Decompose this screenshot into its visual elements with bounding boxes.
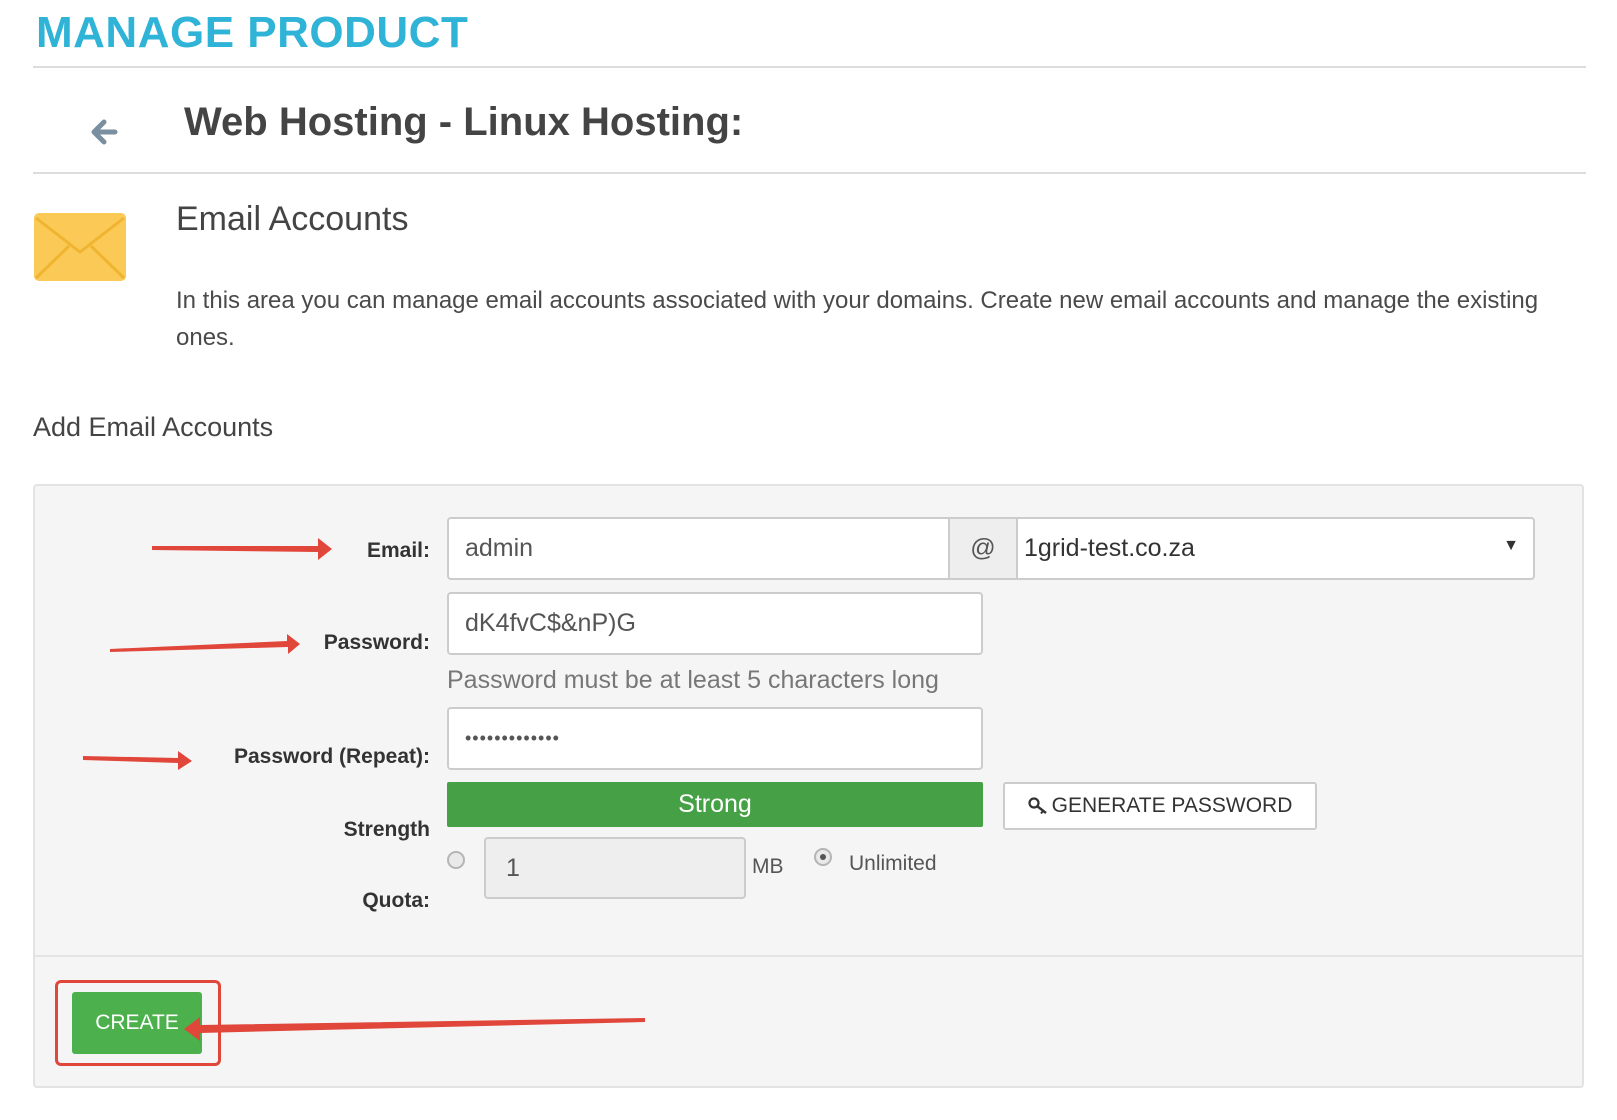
quota-limited-radio[interactable] (447, 851, 465, 869)
strength-value: Strong (678, 790, 752, 818)
section-title: Email Accounts (176, 200, 409, 238)
caret-down-icon: ▼ (1503, 537, 1519, 554)
page-title: MANAGE PRODUCT (36, 8, 469, 57)
envelope-icon (33, 212, 127, 282)
domain-select[interactable]: 1grid-test.co.za ▼ (1016, 517, 1535, 580)
form-footer-divider (35, 955, 1582, 957)
back-arrow-icon[interactable] (90, 118, 118, 146)
unlimited-label: Unlimited (849, 852, 937, 875)
add-email-heading: Add Email Accounts (33, 412, 274, 442)
generate-password-label: GENERATE PASSWORD (1051, 794, 1293, 817)
password-repeat-input[interactable]: ••••••••••••• (447, 707, 983, 770)
password-help-text: Password must be at least 5 characters l… (447, 666, 939, 694)
product-title: Web Hosting - Linux Hosting: (184, 100, 744, 144)
quota-unit: MB (752, 855, 784, 878)
password-input[interactable]: dK4fvC$&nP)G (447, 592, 983, 655)
email-username-input[interactable]: admin (447, 517, 950, 580)
quota-input[interactable]: 1 (484, 837, 746, 899)
title-divider (33, 172, 1586, 174)
generate-password-button[interactable]: GENERATE PASSWORD (1003, 782, 1317, 830)
password-label: Password: (323, 631, 430, 654)
quota-label: Quota: (362, 889, 430, 912)
create-highlight-box (55, 980, 221, 1066)
domain-select-value: 1grid-test.co.za (1024, 534, 1195, 562)
password-repeat-label: Password (Repeat): (233, 745, 430, 768)
key-icon (1028, 796, 1050, 816)
email-label: Email: (366, 539, 430, 562)
quota-unlimited-radio[interactable] (814, 848, 832, 866)
strength-label: Strength (343, 818, 430, 841)
password-strength-bar: Strong (447, 782, 983, 827)
section-description: In this area you can manage email accoun… (176, 287, 1539, 351)
header-divider (33, 66, 1586, 68)
at-addon: @ (948, 517, 1018, 580)
